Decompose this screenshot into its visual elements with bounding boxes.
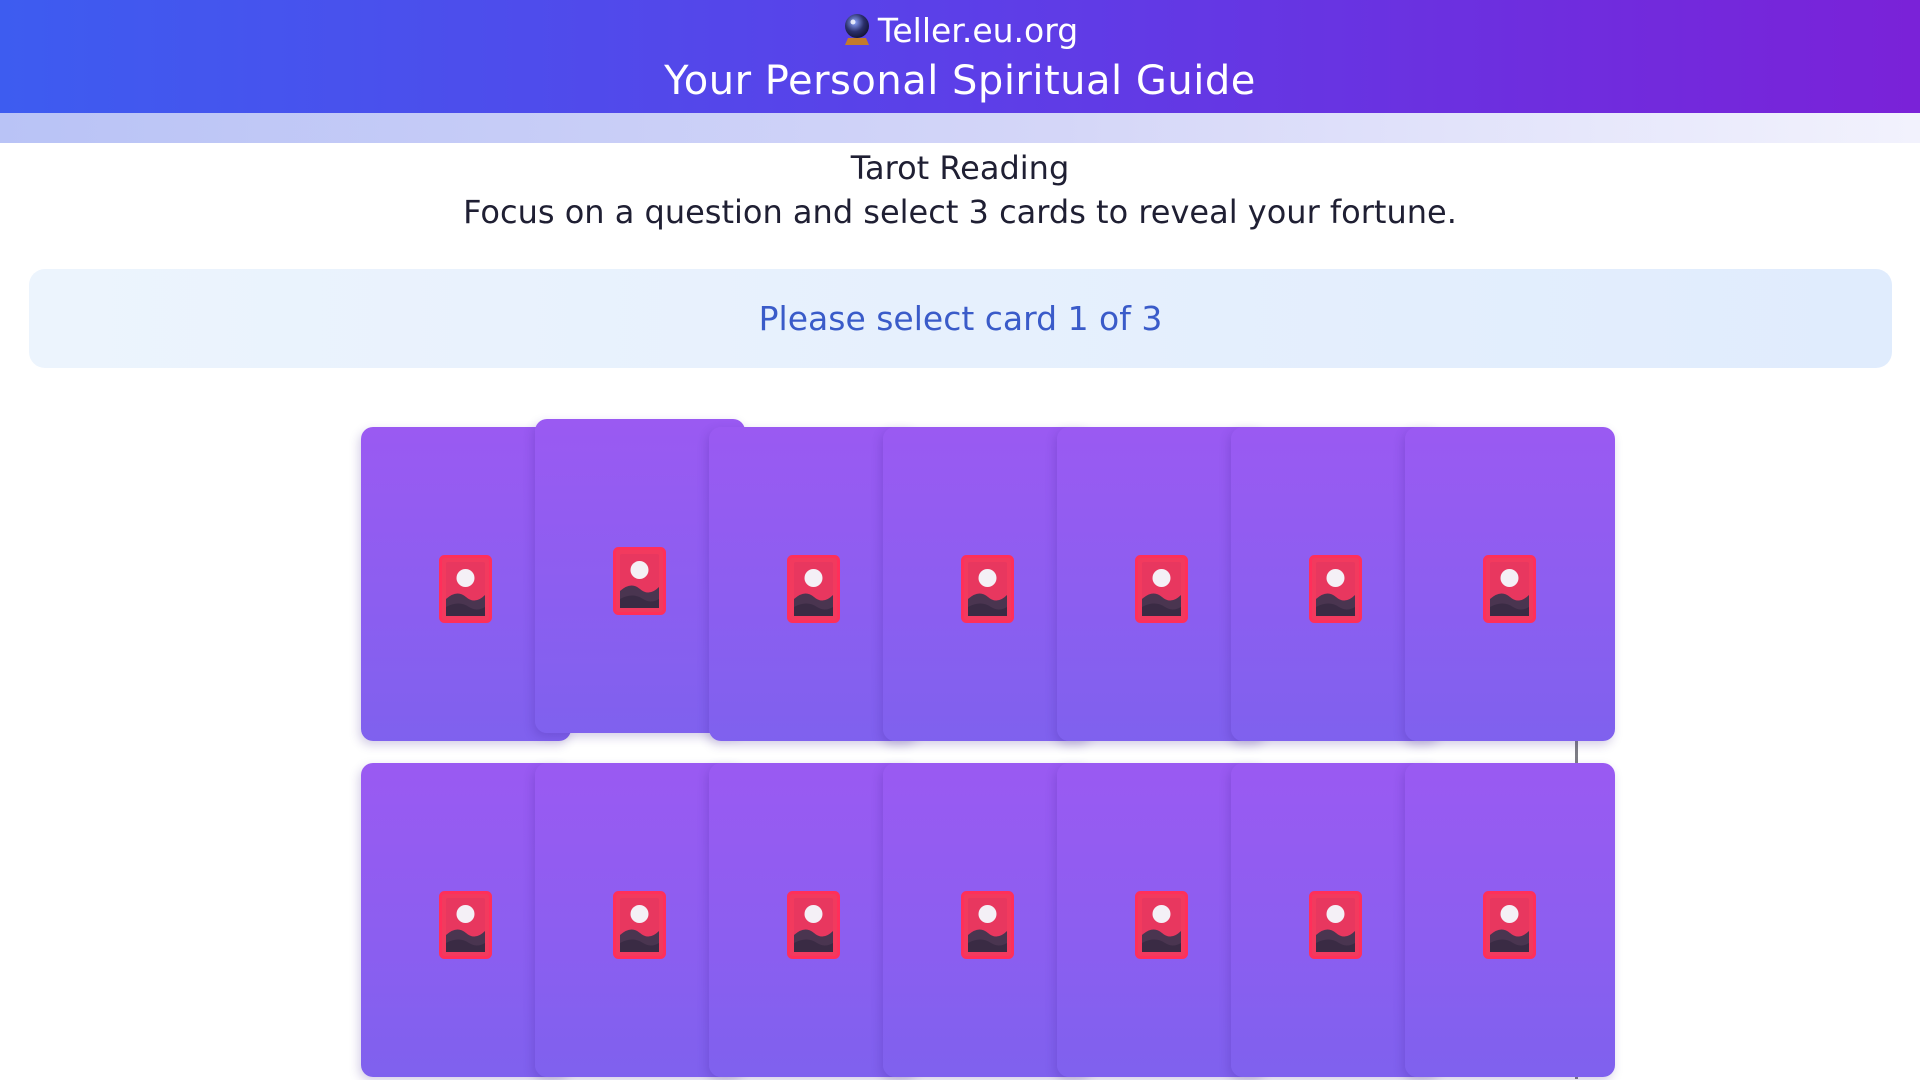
tarot-card-back-icon [1483,891,1536,959]
card-row-2 [361,763,1615,1078]
page-title: Tarot Reading [850,149,1070,187]
tarot-card-back-icon [1135,555,1188,623]
tarot-card-back-icon [787,891,840,959]
card-row-1 [361,419,1615,742]
tarot-card-back-icon [1483,555,1536,623]
tarot-card-back-icon [961,891,1014,959]
tarot-card-back-icon [1309,555,1362,623]
tarot-card-back-icon [1309,891,1362,959]
header-band [0,113,1920,143]
selection-status-text: Please select card 1 of 3 [758,299,1163,338]
tarot-card[interactable] [1405,427,1615,741]
tarot-card-back-icon [613,891,666,959]
reading-instructions: Focus on a question and select 3 cards t… [463,193,1457,231]
tarot-card-back-icon [439,891,492,959]
tarot-card-back-icon [961,555,1014,623]
crystal-ball-icon [842,12,872,46]
tarot-card-back-icon [787,555,840,623]
selection-status-banner: Please select card 1 of 3 [29,269,1892,368]
tarot-card-back-icon [1135,891,1188,959]
site-tagline: Your Personal Spiritual Guide [664,58,1256,104]
tarot-card-back-icon [439,555,492,623]
site-header: Teller.eu.org Your Personal Spiritual Gu… [0,0,1920,113]
brand-name: Teller.eu.org [877,11,1079,50]
tarot-card-back-icon [613,547,666,615]
brand[interactable]: Teller.eu.org [0,10,1920,52]
tarot-card[interactable] [1405,763,1615,1077]
